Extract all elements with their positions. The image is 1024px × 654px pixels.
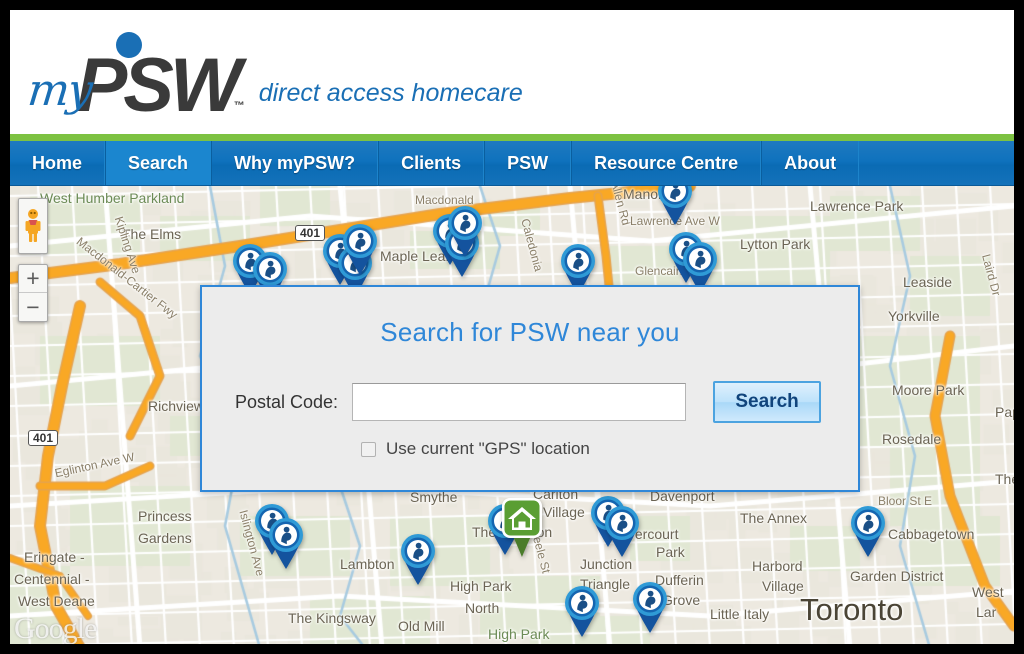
site-header: my PSW ™ direct access homecare (10, 10, 1014, 134)
nav-item-psw[interactable]: PSW (484, 141, 572, 185)
psw-marker-pin[interactable] (338, 220, 382, 276)
gps-option-row: Use current "GPS" location (202, 439, 858, 459)
search-button[interactable]: Search (713, 381, 822, 423)
postal-code-input[interactable] (352, 383, 687, 421)
logo-dot-icon (116, 32, 142, 58)
psw-marker-pin[interactable] (264, 514, 308, 570)
main-navigation: Home Search Why myPSW? Clients PSW Resou… (10, 141, 1014, 186)
street-view-pegman-icon[interactable] (18, 198, 48, 254)
nav-item-why-mypsw[interactable]: Why myPSW? (211, 141, 379, 185)
logo-mark: my PSW ™ direct access homecare (24, 30, 523, 128)
logo-tagline: direct access homecare (258, 79, 523, 107)
map-zoom-control[interactable]: + − (18, 264, 48, 322)
gps-checkbox[interactable] (361, 441, 376, 457)
zoom-out-button[interactable]: − (19, 293, 47, 321)
nav-item-about[interactable]: About (761, 141, 860, 185)
gps-checkbox-label[interactable]: Use current "GPS" location (386, 439, 590, 459)
postal-code-label: Postal Code: (235, 391, 339, 412)
psw-marker-pin[interactable] (443, 202, 487, 258)
psw-marker-pin[interactable] (628, 578, 672, 634)
logo-trademark: ™ (233, 100, 245, 112)
page-root: my PSW ™ direct access homecare Home Sea… (0, 0, 1024, 654)
site-logo[interactable]: my PSW ™ direct access homecare (24, 22, 523, 128)
nav-item-resource-centre[interactable]: Resource Centre (571, 141, 762, 185)
postal-code-row: Postal Code: Search (202, 381, 858, 423)
nav-item-search[interactable]: Search (105, 141, 212, 185)
psw-marker-pin[interactable] (653, 186, 697, 226)
map-viewport[interactable]: West Humber Parkland The Elms Kipling Ave M… (10, 186, 1014, 644)
zoom-in-button[interactable]: + (19, 265, 47, 293)
psw-marker-pin[interactable] (600, 502, 644, 558)
green-accent-bar (10, 134, 1014, 141)
nav-item-clients[interactable]: Clients (378, 141, 485, 185)
psw-marker-pin[interactable] (560, 582, 604, 638)
browser-frame: my PSW ™ direct access homecare Home Sea… (10, 10, 1014, 644)
logo-my-text: my (25, 65, 94, 116)
home-location-marker[interactable] (499, 496, 545, 558)
psw-marker-pin[interactable] (396, 530, 440, 586)
search-panel: Search for PSW near you Postal Code: Sea… (200, 285, 860, 492)
psw-marker-pin[interactable] (846, 502, 890, 558)
search-panel-title: Search for PSW near you (380, 317, 680, 347)
nav-item-home[interactable]: Home (10, 141, 106, 185)
logo-psw-text: PSW (76, 42, 242, 128)
